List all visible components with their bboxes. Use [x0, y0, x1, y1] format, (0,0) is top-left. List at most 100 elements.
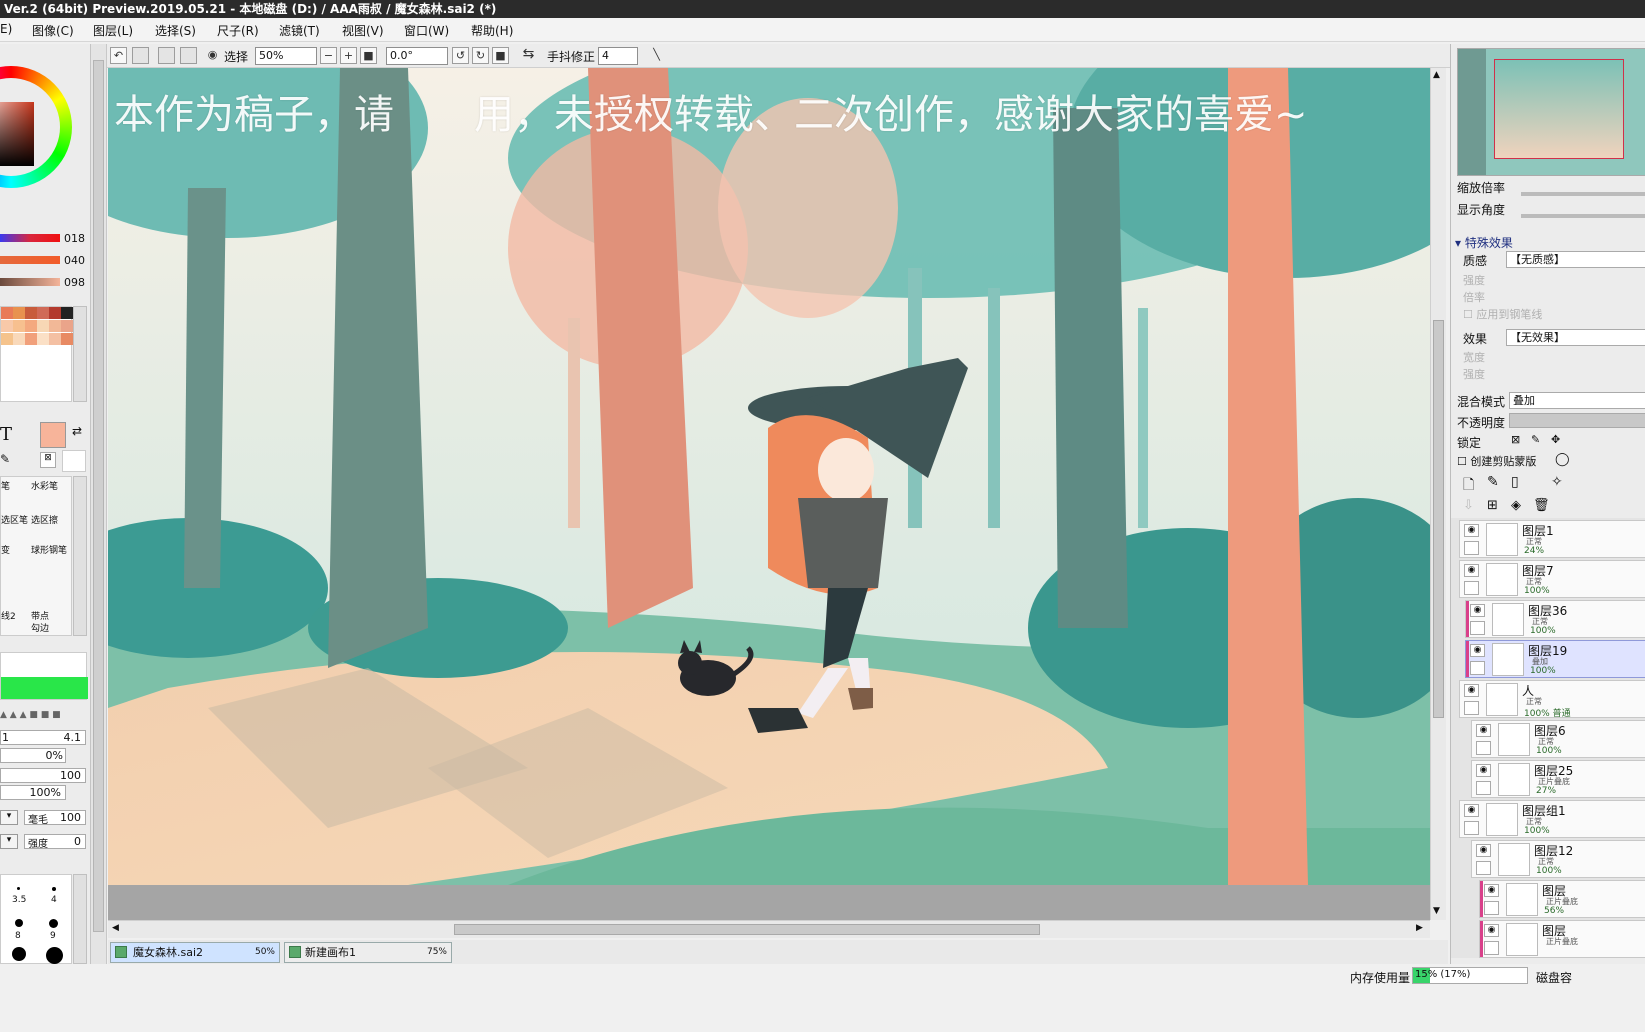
brush-shape-row[interactable]: ▲ ▲ ▲ ■ ■ ■ — [0, 710, 87, 722]
navigator-viewport[interactable] — [1494, 59, 1624, 159]
color-swatch[interactable] — [1, 307, 13, 319]
layer-visibility-icon[interactable]: ◉ — [1464, 524, 1479, 537]
canvas-vertical-scrollbar[interactable]: ▲ ▼ — [1430, 68, 1446, 920]
rotation-select[interactable]: 0.0° — [386, 47, 448, 65]
layer-select-checkbox[interactable] — [1464, 701, 1479, 715]
color-square[interactable] — [0, 102, 34, 166]
color-swatch[interactable] — [13, 333, 25, 345]
layer-row[interactable]: ◉ 图层组1 正常 100% — [1459, 800, 1645, 838]
color-swatch[interactable] — [61, 320, 73, 332]
layer-row[interactable]: ◉ 图层 正片叠底 56% — [1479, 880, 1645, 918]
clipping-mask-checkbox[interactable]: ☐ 创建剪贴蒙版 — [1457, 453, 1536, 469]
layer-select-checkbox[interactable] — [1484, 901, 1499, 915]
delete-layer-icon[interactable]: 🗑 — [1533, 498, 1550, 513]
apply-pen-checkbox[interactable]: ☐ 应用到钢笔线 — [1463, 306, 1542, 322]
redo-icon[interactable] — [132, 47, 149, 64]
navigator-preview[interactable] — [1457, 48, 1645, 176]
effects-header[interactable]: ▾ 特殊效果 — [1455, 234, 1513, 251]
undo-icon[interactable]: ↶ — [110, 47, 127, 64]
layer-mask-icon[interactable]: ✧ — [1551, 474, 1563, 490]
layer-row[interactable]: ◉ 图层7 正常 100% — [1459, 560, 1645, 598]
canvas-horizontal-scrollbar[interactable]: ◀ ▶ — [108, 920, 1430, 938]
lock-paint-icon[interactable]: ✎ — [1531, 433, 1540, 446]
new-folder-icon[interactable]: ▯ — [1511, 474, 1519, 490]
color-swatch[interactable] — [37, 333, 49, 345]
layer-select-checkbox[interactable] — [1476, 861, 1491, 875]
tab-document-1[interactable]: 魔女森林.sai2 50% — [110, 942, 280, 963]
canvas-area[interactable]: 本作为稿子，请 用，未授权转载、二次创作，感谢大家的喜爱~ — [108, 68, 1430, 920]
texture-select[interactable]: 【无质感】 — [1506, 251, 1645, 268]
left-panel-scrollbar[interactable] — [91, 44, 107, 964]
color-swatch[interactable] — [37, 307, 49, 319]
zoom-rate-slider[interactable] — [1521, 192, 1645, 196]
brush-size-grid[interactable]: 3.5 4 8 9 — [0, 874, 72, 964]
layer-select-checkbox[interactable] — [1484, 941, 1499, 955]
blend-mode-select[interactable]: 叠加 — [1509, 392, 1645, 409]
blend-field[interactable]: 100% — [0, 785, 66, 800]
lock-transparency-icon[interactable]: ⊠ — [1511, 433, 1520, 446]
new-layer-icon[interactable]: 🗋 — [1463, 474, 1474, 498]
layer-row[interactable]: ◉ 图层25 正片叠底 27% — [1471, 760, 1645, 798]
flip-icon[interactable]: ⇆ — [520, 47, 537, 64]
invert-icon[interactable] — [180, 47, 197, 64]
brush-line2[interactable]: 线2 — [1, 609, 16, 622]
zoom-select[interactable]: 50% — [255, 47, 317, 65]
menu-help[interactable]: 帮助(H) — [471, 22, 513, 39]
color-swatch[interactable] — [61, 307, 73, 319]
color-swatch[interactable] — [25, 333, 37, 345]
layer-row[interactable]: ◉ 图层 正片叠底 — [1479, 920, 1645, 958]
zoom-out-icon[interactable]: − — [320, 47, 337, 64]
layer-visibility-icon[interactable]: ◉ — [1470, 604, 1485, 617]
brush-watercolor[interactable]: 水彩笔 — [31, 479, 58, 492]
tab-document-2[interactable]: 新建画布1 75% — [284, 942, 452, 963]
menu-layer[interactable]: 图层(L) — [93, 22, 133, 39]
layer-visibility-icon[interactable]: ◉ — [1470, 644, 1485, 657]
layer-row[interactable]: ◉ 图层1 正常 24% — [1459, 520, 1645, 558]
menu-edit[interactable]: E) — [0, 22, 12, 36]
layer-visibility-icon[interactable]: ◉ — [1484, 884, 1499, 897]
color-swatch[interactable] — [49, 333, 61, 345]
color-swatch[interactable] — [49, 320, 61, 332]
brush-outline[interactable]: 勾边 — [31, 621, 49, 634]
effect-select[interactable]: 【无效果】 — [1506, 329, 1645, 346]
color-swatch[interactable] — [25, 307, 37, 319]
menu-window[interactable]: 窗口(W) — [404, 22, 449, 39]
layer-select-checkbox[interactable] — [1464, 821, 1479, 835]
scroll-left-icon[interactable]: ◀ — [112, 923, 119, 933]
brush-pen[interactable]: 笔 — [1, 479, 10, 492]
layer-visibility-icon[interactable]: ◉ — [1464, 684, 1479, 697]
layer-row[interactable]: ◉ 图层36 正常 100% — [1465, 600, 1645, 638]
brush-size-scrollbar[interactable] — [73, 874, 87, 964]
transparent-color-icon[interactable]: ⊠ — [40, 452, 56, 468]
left-scroll-thumb[interactable] — [93, 60, 104, 932]
lock-move-icon[interactable]: ✥ — [1551, 433, 1560, 446]
opacity-slider[interactable] — [1509, 413, 1645, 428]
color-swatch[interactable] — [25, 320, 37, 332]
value-slider[interactable] — [0, 278, 60, 286]
text-tool-icon[interactable]: T — [0, 424, 12, 445]
menu-filter[interactable]: 滤镜(T) — [279, 22, 320, 39]
layer-visibility-icon[interactable]: ◉ — [1484, 924, 1499, 937]
display-angle-slider[interactable] — [1521, 214, 1645, 218]
stabilizer-select[interactable]: 4 — [598, 47, 638, 65]
color-wheel[interactable] — [0, 66, 72, 188]
layer-visibility-icon[interactable]: ◉ — [1476, 764, 1491, 777]
strength-field[interactable]: 强度 0 — [24, 834, 86, 850]
hue-slider[interactable] — [0, 234, 60, 242]
brush-gradient[interactable]: 变 — [1, 543, 10, 556]
layer-select-checkbox[interactable] — [1470, 661, 1485, 675]
brush-sphere-pen[interactable]: 球形钢笔 — [31, 543, 67, 556]
brush-select-eraser[interactable]: 选区擦 — [31, 513, 58, 526]
layer-visibility-icon[interactable]: ◉ — [1464, 804, 1479, 817]
menu-image[interactable]: 图像(C) — [32, 22, 74, 39]
layer-select-checkbox[interactable] — [1476, 781, 1491, 795]
rotate-reset-icon[interactable]: ■ — [492, 47, 509, 64]
deselect-icon[interactable] — [158, 47, 175, 64]
menu-select[interactable]: 选择(S) — [155, 22, 196, 39]
menu-ruler[interactable]: 尺子(R) — [217, 22, 259, 39]
color-swatch[interactable] — [1, 320, 13, 332]
layer-select-checkbox[interactable] — [1464, 541, 1479, 555]
rotate-right-icon[interactable]: ↻ — [472, 47, 489, 64]
secondary-color-swatch[interactable] — [62, 450, 86, 472]
scroll-up-icon[interactable]: ▲ — [1433, 70, 1440, 80]
